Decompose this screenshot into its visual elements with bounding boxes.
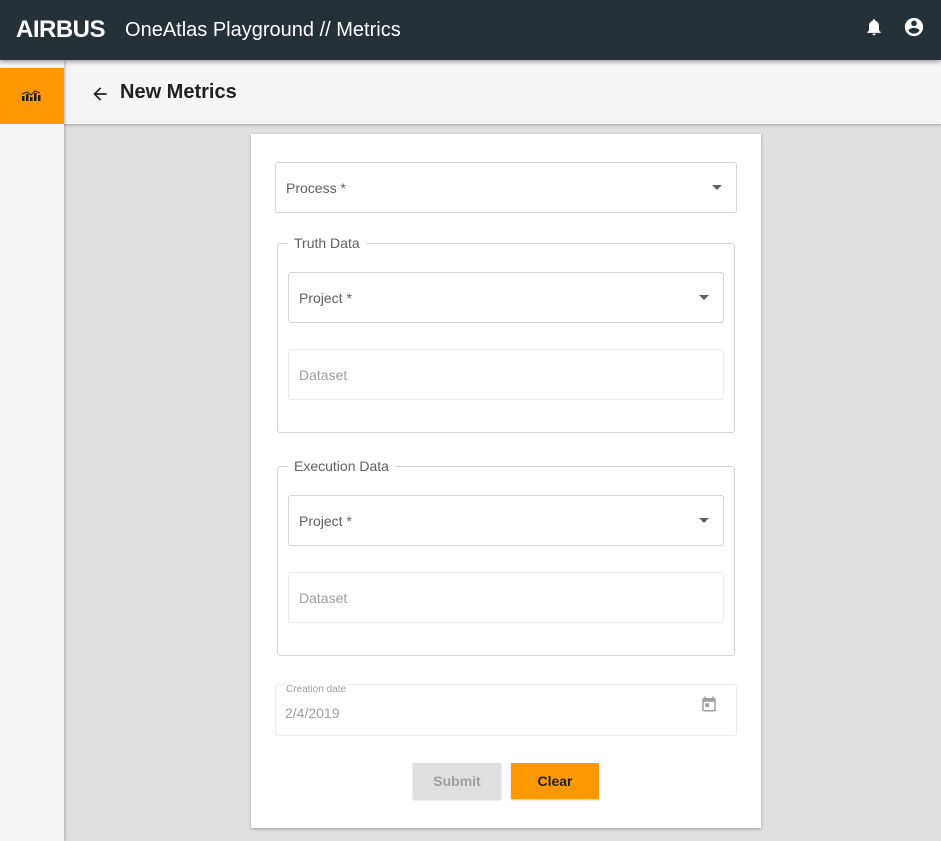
calendar-icon[interactable]	[699, 694, 719, 714]
chevron-down-icon	[699, 295, 709, 300]
execution-project-select[interactable]: Project *	[288, 495, 724, 546]
sidebar-item-metrics[interactable]	[0, 68, 64, 124]
creation-date-field[interactable]: Creation date 2/4/2019	[275, 684, 737, 736]
page-title: New Metrics	[120, 80, 237, 103]
account-circle-icon[interactable]	[903, 16, 925, 38]
truth-data-legend: Truth Data	[294, 235, 360, 251]
execution-data-group: Execution Data	[277, 458, 735, 656]
metrics-chart-icon	[21, 90, 41, 101]
page-header: New Metrics	[64, 60, 941, 124]
execution-dataset-field[interactable]: Dataset	[288, 572, 724, 623]
process-select[interactable]: Process *	[275, 162, 737, 213]
truth-dataset-field[interactable]: Dataset	[288, 349, 724, 400]
truth-project-label: Project *	[299, 289, 352, 306]
topbar-actions	[863, 16, 925, 38]
process-select-label: Process *	[286, 179, 346, 196]
sidebar	[0, 60, 64, 841]
execution-data-legend: Execution Data	[294, 458, 389, 474]
creation-date-label: Creation date	[285, 684, 348, 695]
top-app-bar: AIRBUS OneAtlas Playground // Metrics	[0, 0, 941, 60]
arrow-left-icon[interactable]	[88, 82, 112, 106]
submit-button[interactable]: Submit	[413, 763, 501, 799]
truth-data-group: Truth Data	[277, 235, 735, 433]
execution-project-label: Project *	[299, 512, 352, 529]
airbus-logo: AIRBUS	[16, 16, 106, 43]
execution-dataset-placeholder: Dataset	[299, 589, 348, 606]
truth-dataset-placeholder: Dataset	[299, 366, 348, 383]
clear-button[interactable]: Clear	[511, 763, 599, 799]
chevron-down-icon	[699, 518, 709, 523]
chevron-down-icon	[712, 185, 722, 190]
new-metrics-form-card: Process * Truth Data Project * Dataset E…	[251, 134, 761, 828]
app-title: OneAtlas Playground // Metrics	[125, 18, 401, 41]
bell-icon[interactable]	[863, 16, 885, 38]
creation-date-value: 2/4/2019	[285, 705, 340, 721]
truth-project-select[interactable]: Project *	[288, 272, 724, 323]
